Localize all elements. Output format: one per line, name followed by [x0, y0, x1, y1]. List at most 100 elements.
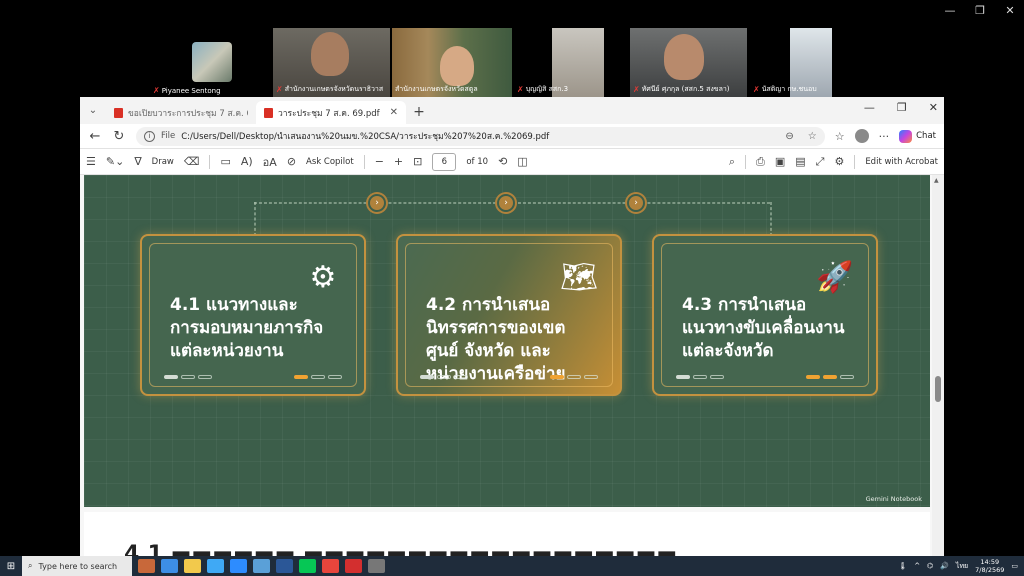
video-tile[interactable]: ✗ นัสติญา กษ.ชนอบ [750, 28, 870, 97]
ask-copilot-button[interactable]: Ask Copilot [306, 157, 354, 167]
page-view-icon[interactable]: ▭ [220, 155, 230, 168]
back-arrow-icon[interactable]: ← [88, 129, 102, 144]
save-as-icon[interactable]: ▤ [795, 155, 805, 168]
pdf-file-icon [114, 107, 123, 118]
video-tile[interactable]: ✗ บุญญิสิ สสก.3 [514, 28, 626, 97]
favorite-star-icon[interactable]: ☆ [808, 131, 817, 142]
photos-icon[interactable] [253, 559, 270, 573]
read-aloud-icon[interactable]: A) [241, 155, 253, 168]
fit-page-icon[interactable]: ⊡ [413, 155, 422, 168]
video-tile[interactable]: ✗ ทัศนีย์ ศุภกุล (สสก.5 สงขลา) [630, 28, 747, 97]
edit-with-acrobat-button[interactable]: Edit with Acrobat [865, 157, 938, 167]
participant-name-tag: ✗ ทัศนีย์ ศุภกุล (สสก.5 สงขลา) [633, 84, 730, 95]
screen: — ❐ ✕ ✗ Piyanee Sentong ✗ สำนักงานเกษตรจัง… [0, 0, 1024, 576]
acrobat-icon[interactable] [345, 559, 362, 573]
card-line: นิทรรศการของเขต [426, 318, 566, 338]
participant-name: สำนักงานเกษตรจังหวัดสตูล [395, 85, 478, 93]
card-line: 4.1 แนวทางและ [170, 295, 298, 315]
more-menu-icon[interactable]: ··· [879, 130, 890, 143]
pill-indicators-right [806, 375, 854, 380]
draw-button[interactable]: Draw [152, 157, 174, 167]
task-view-icon[interactable] [161, 559, 178, 573]
divider [363, 154, 365, 169]
minimize-icon[interactable]: — [944, 4, 956, 17]
fullscreen-icon[interactable]: ⤢ [816, 155, 825, 169]
url-text[interactable]: C:/Users/Dell/Desktop/นำเสนองาน%20นมข.%2… [181, 129, 549, 143]
gemini-notebook-brand: Gemini Notebook [865, 495, 922, 503]
app-icon[interactable] [368, 559, 385, 573]
zoom-in-icon[interactable]: + [394, 155, 403, 168]
clock[interactable]: 14:59 7/8/2569 [975, 558, 1004, 574]
page-view-mode-icon[interactable]: ◫ [517, 155, 527, 168]
edge-icon[interactable] [207, 559, 224, 573]
participant-avatar [192, 42, 232, 82]
video-tile-active-speaker[interactable]: สำนักงานเกษตรจังหวัดสตูล [392, 28, 512, 97]
line-icon[interactable] [299, 559, 316, 573]
volume-icon[interactable]: 🔊 [940, 562, 949, 570]
copilot-chat-button[interactable]: Chat [899, 129, 936, 143]
vertical-scrollbar[interactable]: ▲ [932, 175, 944, 556]
refresh-icon[interactable]: ↻ [112, 129, 126, 144]
tab-inactive[interactable]: ขอเปิยบวาระการประชุม 7 ส.ค. 69 CSA... [106, 101, 256, 124]
search-icon[interactable]: ⌕ [729, 155, 735, 169]
muted-mic-icon: ✗ [517, 85, 524, 94]
rotate-icon[interactable]: ⟲ [498, 155, 507, 168]
info-icon[interactable]: i [144, 130, 155, 142]
input-language[interactable]: ไทย [956, 561, 968, 572]
browser-window: ⌄ ขอเปิยบวาระการประชุม 7 ส.ค. 69 CSA... … [80, 97, 944, 556]
video-tile[interactable]: ✗ สำนักงานเกษตรจังหวัดนราธิวาส [273, 28, 390, 97]
chrome-icon[interactable] [322, 559, 339, 573]
address-bar[interactable]: i File C:/Users/Dell/Desktop/นำเสนองาน%2… [136, 126, 825, 146]
agenda-card-4-3: 🚀 4.3 การนำเสนอ แนวทางขับเคลื่อนงาน แต่ล… [652, 234, 878, 396]
scrollbar-thumb[interactable] [935, 376, 941, 402]
draw-icon[interactable]: ∇ [134, 155, 141, 168]
browser-window-controls: — ❐ ✕ [864, 101, 938, 114]
copilot-search-icon[interactable]: ⊘ [287, 155, 296, 168]
settings-gear-icon[interactable]: ⚙ [834, 155, 844, 168]
zoom-app-icon[interactable] [230, 559, 247, 573]
save-icon[interactable]: ▣ [775, 155, 785, 168]
file-explorer-icon[interactable] [184, 559, 201, 573]
profile-avatar[interactable] [854, 129, 869, 143]
eraser-icon[interactable]: ⌫ [184, 155, 200, 168]
chevron-up-icon[interactable]: ^ [914, 562, 920, 570]
divider [209, 154, 211, 169]
restore-icon[interactable]: ❐ [897, 101, 907, 114]
minimize-icon[interactable]: — [864, 101, 875, 114]
zoom-out-icon[interactable]: − [375, 155, 384, 168]
pdf-viewer[interactable]: › › › ⚙ 4.1 แนวทางและ การมอบหมายภารกิจ แ… [80, 175, 944, 556]
network-icon[interactable]: ⌬ [927, 562, 933, 570]
new-tab-button[interactable]: + [406, 101, 432, 124]
participant-name-tag: ✗ สำนักงานเกษตรจังหวัดนราธิวาส [276, 84, 383, 95]
card-title: 4.1 แนวทางและ การมอบหมายภารกิจ แต่ละหน่ว… [170, 294, 323, 363]
agenda-card-4-1: ⚙ 4.1 แนวทางและ การมอบหมายภารกิจ แต่ละหน… [140, 234, 366, 396]
system-tray: 🌡 ^ ⌬ 🔊 ไทย 14:59 7/8/2569 ▭ [898, 558, 1024, 574]
highlight-icon[interactable]: ✎⌄ [106, 155, 124, 168]
taskbar-search[interactable]: ⌕ Type here to search [22, 556, 132, 576]
search-placeholder: Type here to search [38, 561, 118, 571]
translate-icon[interactable]: อA [263, 153, 277, 171]
contents-icon[interactable]: ☰ [86, 155, 96, 168]
news-widget-icon[interactable] [138, 559, 155, 573]
address-bar-row: ← ↻ i File C:/Users/Dell/Desktop/นำเสนอง… [80, 124, 944, 149]
zoom-icon[interactable]: ⊖ [785, 131, 793, 142]
video-tile[interactable]: ✗ Piyanee Sentong [150, 28, 270, 97]
zoom-window-controls: — ❐ ✕ [944, 4, 1016, 17]
word-icon[interactable] [276, 559, 293, 573]
tab-active[interactable]: วาระประชุม 7 ส.ค. 69.pdf ✕ [256, 101, 406, 124]
restore-icon[interactable]: ❐ [974, 4, 986, 17]
close-icon[interactable]: ✕ [1004, 4, 1016, 17]
print-icon[interactable]: ⎙ [756, 155, 765, 169]
close-tab-icon[interactable]: ✕ [390, 107, 398, 118]
page-number-input[interactable]: 6 [432, 152, 457, 171]
notifications-icon[interactable]: ▭ [1011, 562, 1018, 570]
temperature-icon[interactable]: 🌡 [898, 562, 907, 570]
pill-indicators-left [164, 375, 212, 380]
close-icon[interactable]: ✕ [929, 101, 938, 114]
tab-actions-icon[interactable]: ⌄ [80, 97, 106, 124]
favorites-icon[interactable]: ☆ [835, 130, 845, 143]
windows-taskbar: ⊞ ⌕ Type here to search 🌡 ^ ⌬ 🔊 ไทย 14:5… [0, 556, 1024, 576]
scroll-up-icon[interactable]: ▲ [934, 177, 939, 184]
participant-name-tag: ✗ บุญญิสิ สสก.3 [517, 84, 568, 95]
windows-start-icon[interactable]: ⊞ [0, 561, 22, 572]
